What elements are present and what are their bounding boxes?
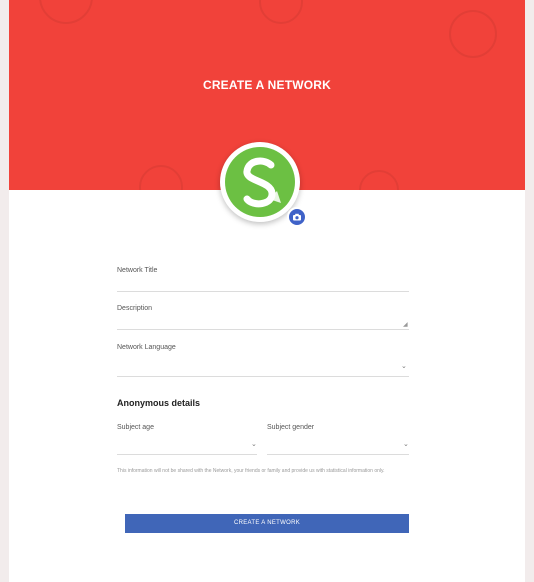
create-network-button[interactable]: CREATE A NETWORK xyxy=(125,514,409,533)
camera-icon[interactable] xyxy=(287,207,307,227)
description-underline xyxy=(117,329,409,330)
subject-gender-label: Subject gender xyxy=(267,424,315,431)
background-doodle xyxy=(39,0,93,24)
create-network-card: CREATE A NETWORK Network Title Descripti… xyxy=(9,0,525,582)
page-title: CREATE A NETWORK xyxy=(202,78,332,92)
background-doodle xyxy=(449,10,497,58)
anonymous-details-heading: Anonymous details xyxy=(117,398,201,408)
network-title-label: Network Title xyxy=(117,267,158,274)
chevron-down-icon: ⌄ xyxy=(251,441,257,448)
subject-age-select[interactable]: Subject age ⌄ xyxy=(117,424,257,456)
subject-gender-select[interactable]: Subject gender ⌄ xyxy=(267,424,409,456)
chevron-down-icon: ⌄ xyxy=(403,441,409,448)
network-title-field[interactable]: Network Title xyxy=(117,267,409,293)
subject-age-label: Subject age xyxy=(117,424,154,431)
background-doodle xyxy=(139,165,183,190)
description-label: Description xyxy=(117,305,153,312)
subject-gender-underline xyxy=(267,454,409,455)
network-language-select[interactable]: Network Language ⌄ xyxy=(117,344,409,378)
background-doodle xyxy=(359,170,399,190)
subject-age-underline xyxy=(117,454,257,455)
s-logo-icon xyxy=(225,147,295,217)
resize-handle-icon[interactable]: ◢ xyxy=(403,321,408,328)
privacy-note: This information will not be shared with… xyxy=(117,468,385,474)
network-language-underline xyxy=(117,376,409,377)
network-language-label: Network Language xyxy=(117,344,176,351)
description-field[interactable]: Description ◢ xyxy=(117,305,409,331)
chevron-down-icon: ⌄ xyxy=(401,363,407,370)
network-title-underline xyxy=(117,291,409,292)
background-doodle xyxy=(259,0,303,24)
